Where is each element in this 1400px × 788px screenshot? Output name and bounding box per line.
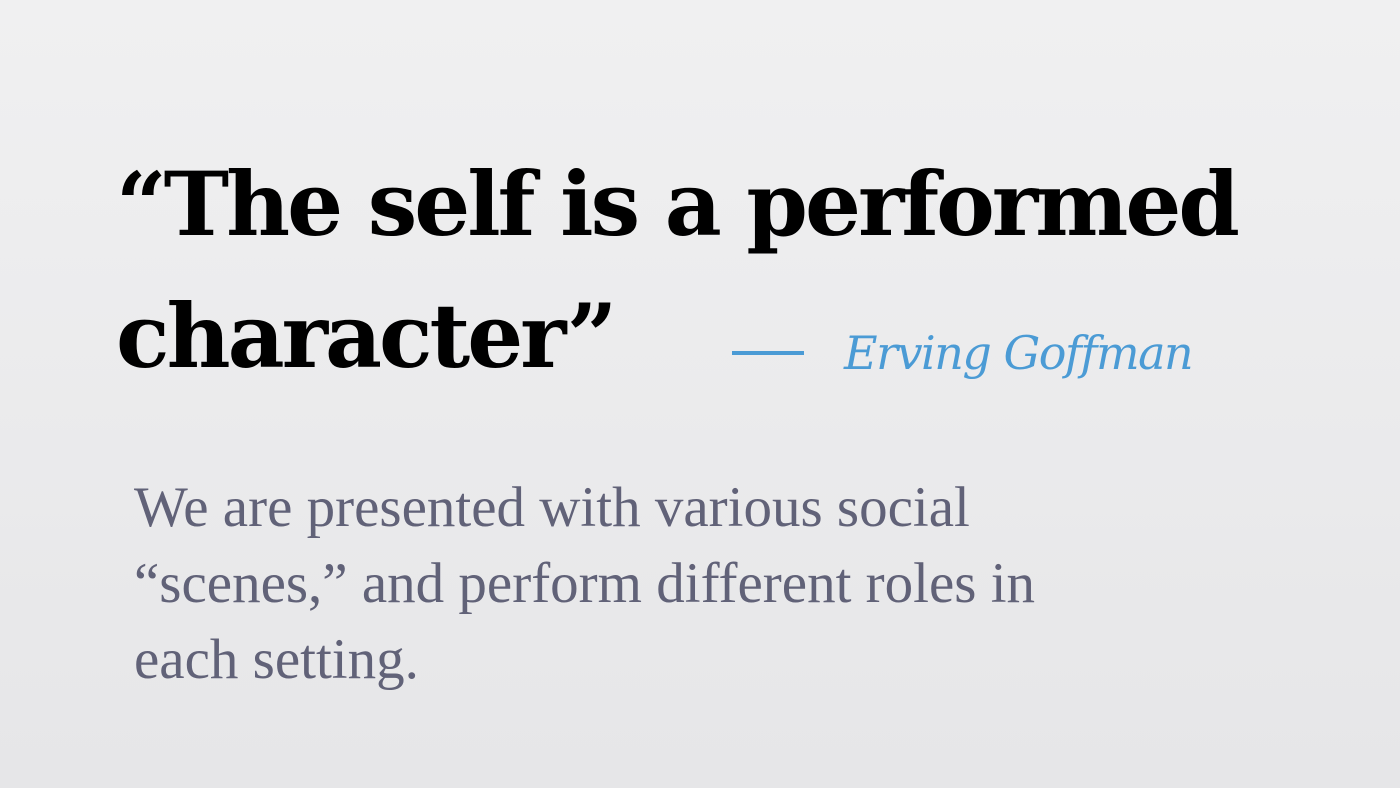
description-text: We are presented with various social “sc… <box>134 470 1134 698</box>
quote-line-1: “The self is a performed <box>116 152 1240 256</box>
attribution-dash <box>732 351 804 355</box>
description-line-1: We are presented with various social <box>134 476 970 539</box>
author-name: Erving Goffman <box>844 326 1194 380</box>
description-line-2: “scenes,” and perform different roles in <box>134 552 1036 615</box>
slide: “The self is a performed character” Ervi… <box>0 0 1400 788</box>
description-line-3: each setting. <box>134 628 419 691</box>
attribution: Erving Goffman <box>732 318 1194 388</box>
